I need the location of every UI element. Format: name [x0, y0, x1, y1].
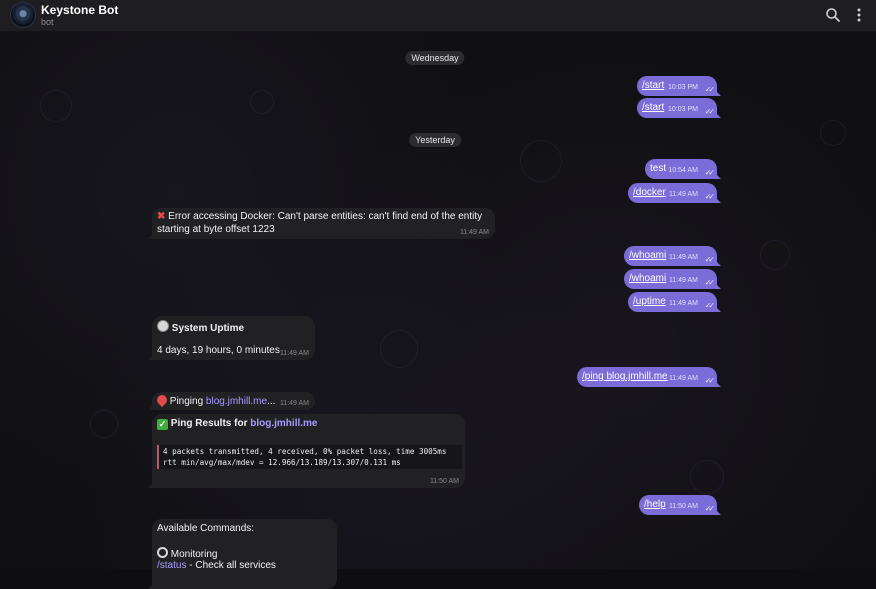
- uptime-title: System Uptime: [157, 320, 244, 334]
- ping-output-line-2: rtt min/avg/max/mdev = 12.966/13.189/13.…: [163, 458, 401, 467]
- error-line-1: ✖ Error accessing Docker: Can't parse en…: [157, 211, 483, 222]
- command-link[interactable]: /start: [642, 102, 664, 113]
- command-link[interactable]: /help: [644, 499, 666, 510]
- host-link[interactable]: blog.jmhill.me: [250, 418, 317, 429]
- read-check-icon: ✓✓: [704, 107, 716, 116]
- date-separator-wednesday: Wednesday: [405, 51, 465, 65]
- read-check-icon: ✓✓: [704, 301, 716, 310]
- chat-title[interactable]: Keystone Bot: [41, 3, 118, 17]
- uptime-value: 4 days, 19 hours, 0 minutes: [157, 345, 280, 356]
- command-link[interactable]: /whoami: [629, 273, 666, 284]
- message-text: test: [650, 163, 667, 174]
- commands-title: Available Commands:: [157, 523, 255, 534]
- read-check-icon: ✓✓: [704, 504, 716, 513]
- search-icon[interactable]: [825, 7, 841, 23]
- outgoing-message-whoami-2[interactable]: /whoami 11:49 AM ✓✓: [624, 269, 721, 289]
- pinging-text: Pinging blog.jmhill.me...: [154, 392, 275, 408]
- read-check-icon: ✓✓: [704, 278, 716, 287]
- check-mark-icon: ✓: [157, 419, 168, 430]
- message-time: 11:49 AM: [668, 375, 698, 382]
- command-link[interactable]: /uptime: [633, 296, 666, 307]
- ping-command[interactable]: /ping blog.jmhill.me: [582, 371, 668, 382]
- incoming-message-uptime[interactable]: System Uptime 4 days, 19 hours, 0 minute…: [148, 316, 315, 360]
- magnifier-icon: [157, 547, 168, 558]
- ping-output-line-1: 4 packets transmitted, 4 received, 0% pa…: [163, 447, 447, 456]
- bot-avatar[interactable]: [10, 2, 36, 28]
- error-line-2: starting at byte offset 1223: [157, 224, 275, 235]
- incoming-message-pinging[interactable]: Pinging blog.jmhill.me... 11:49 AM: [148, 392, 315, 410]
- commands-section: Monitoring: [157, 547, 217, 560]
- message-time: 11:49 AM: [668, 191, 698, 198]
- kebab-menu-icon[interactable]: [851, 7, 867, 23]
- read-check-icon: ✓✓: [704, 376, 716, 385]
- chat-header: Keystone Bot bot: [0, 0, 876, 32]
- outgoing-message-uptime[interactable]: /uptime 11:49 AM ✓✓: [628, 292, 721, 312]
- message-time: 11:49 AM: [279, 400, 309, 407]
- cross-mark-icon: ✖: [157, 211, 166, 222]
- message-time: 11:50 AM: [429, 478, 459, 485]
- host-link[interactable]: blog.jmhill.me: [206, 396, 267, 407]
- message-time: 10:54 AM: [668, 167, 698, 174]
- message-time: 11:49 AM: [459, 229, 489, 236]
- ping-results-title: ✓ Ping Results for blog.jmhill.me: [157, 418, 318, 430]
- ping-output-code-block: 4 packets transmitted, 4 received, 0% pa…: [157, 445, 462, 469]
- message-time: 11:49 AM: [668, 254, 698, 261]
- date-separator-yesterday: Yesterday: [409, 133, 461, 147]
- stopwatch-icon: [157, 320, 169, 332]
- outgoing-message-ping[interactable]: /ping blog.jmhill.me 11:49 AM ✓✓: [577, 367, 721, 387]
- command-link[interactable]: /status: [157, 560, 186, 571]
- outgoing-message-start-1[interactable]: /start 10:03 PM ✓✓: [637, 76, 721, 96]
- outgoing-message-whoami-1[interactable]: /whoami 11:49 AM ✓✓: [624, 246, 721, 266]
- message-time: 11:49 AM: [668, 300, 698, 307]
- pushpin-icon: [154, 392, 170, 408]
- chat-subtitle: bot: [41, 17, 54, 27]
- command-link[interactable]: /start: [642, 80, 664, 91]
- outgoing-message-help[interactable]: /help 11:50 AM ✓✓: [639, 495, 721, 515]
- command-link[interactable]: /whoami: [629, 250, 666, 261]
- incoming-message-commands[interactable]: Available Commands: Monitoring /status -…: [148, 519, 337, 589]
- command-entry: /status - Check all services: [157, 560, 276, 571]
- message-time: 10:03 PM: [668, 106, 698, 113]
- message-time: 10:03 PM: [668, 84, 698, 91]
- chat-background: [0, 30, 876, 569]
- outgoing-message-docker[interactable]: /docker 11:49 AM ✓✓: [628, 183, 721, 203]
- read-check-icon: ✓✓: [704, 192, 716, 201]
- read-check-icon: ✓✓: [704, 255, 716, 264]
- command-link[interactable]: /docker: [633, 187, 666, 198]
- incoming-message-docker-error[interactable]: ✖ Error accessing Docker: Can't parse en…: [148, 208, 495, 239]
- read-check-icon: ✓✓: [704, 85, 716, 94]
- outgoing-message-test[interactable]: test 10:54 AM ✓✓: [645, 159, 721, 179]
- message-time: 11:49 AM: [668, 277, 698, 284]
- message-time: 11:50 AM: [668, 503, 698, 510]
- read-check-icon: ✓✓: [704, 168, 716, 177]
- outgoing-message-start-2[interactable]: /start 10:03 PM ✓✓: [637, 98, 721, 118]
- incoming-message-ping-results[interactable]: ✓ Ping Results for blog.jmhill.me 4 pack…: [148, 414, 465, 488]
- message-time: 11:49 AM: [279, 350, 309, 357]
